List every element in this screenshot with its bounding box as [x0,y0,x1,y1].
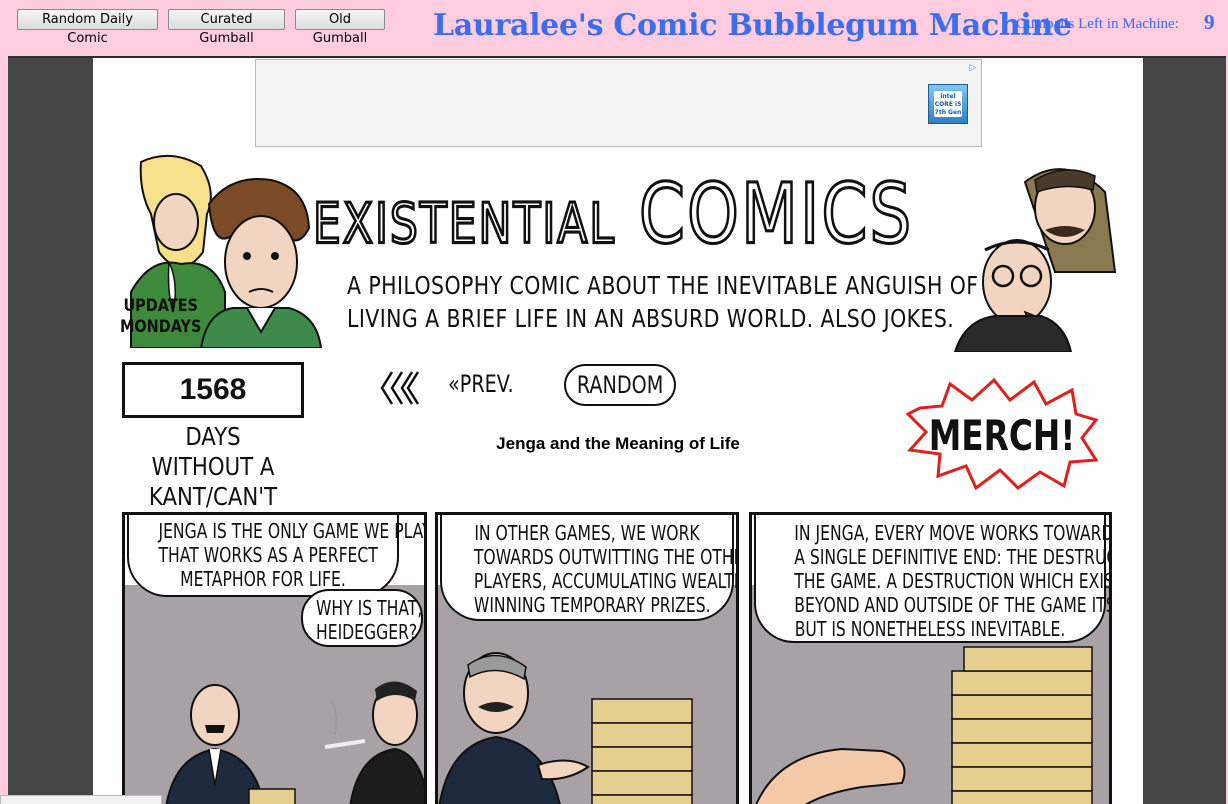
panel-3-speech-bubble: IN JENGA, EVERY MOVE WORKS TOWARDS ONLY … [754,515,1112,643]
status-bar-tooltip [0,795,162,804]
bubble-line: TOWARDS OUTWITTING THE OTHER [473,545,739,569]
panel-3-jenga-tower-icon [755,646,1093,804]
first-comic-icon[interactable] [378,368,422,408]
comic-panel-3: IN JENGA, EVERY MOVE WORKS TOWARDS ONLY … [749,512,1112,804]
adchoices-icon[interactable]: ▷ [967,62,979,74]
bubble-line: WHY IS THAT, [315,596,423,620]
bubble-line: WINNING TEMPORARY PRIZES. [473,593,711,617]
site-tagline: A PHILOSOPHY COMIC ABOUT THE INEVITABLE … [347,269,979,335]
updates-mondays-label: UPDATES MONDAYS [120,296,201,338]
random-comic-link[interactable]: RANDOM [564,364,676,406]
merch-badge[interactable]: MERCH! [906,378,1098,490]
bubble-line: HEIDEGGER? [315,620,418,644]
curated-gumball-button[interactable]: Curated Gumball [168,9,285,46]
bubble-line: THE GAME. A DESTRUCTION WHICH EXISTS [794,569,1112,593]
ad-chip-text: intel CORE i5 7th Gen [934,91,962,117]
bubble-line: IN JENGA, EVERY MOVE WORKS TOWARDS ONLY [794,521,1109,545]
bubble-line: THAT WORKS AS A PERFECT [158,543,378,567]
random-comic-label: RANDOM [576,371,664,399]
updates-line-2: MONDAYS [120,317,202,337]
comic-panel-2: IN OTHER GAMES, WE WORK TOWARDS OUTWITTI… [435,512,739,804]
bubble-line: A SINGLE DEFINITIVE END: THE DESTRUCTION… [794,545,1109,569]
prev-comic-link[interactable]: «PREV. [448,370,514,398]
bubble-line: BEYOND AND OUTSIDE OF THE GAME ITSELF, [794,593,1109,617]
comic-title: Jenga and the Meaning of Life [496,434,740,453]
counter-caption-line-1: DAYS WITHOUT A [151,422,275,481]
panel-1-speech-bubble-1: JENGA IS THE ONLY GAME WE PLAY THAT WORK… [127,515,427,597]
bubble-line: IN OTHER GAMES, WE WORK [474,521,700,545]
panel-1-figures-icon [165,681,424,804]
gumballs-left-label: Gumballs Left in Machine: [1016,16,1179,32]
gumballs-left-count: 9 [1204,10,1215,34]
existential-comics-logo[interactable]: EXISTENTIAL COMICS [312,164,914,263]
top-bar: Random Daily Comic Curated Gumball Old G… [0,0,1228,56]
updates-line-1: UPDATES [123,296,198,316]
tagline-line-1: A PHILOSOPHY COMIC ABOUT THE INEVITABLE … [347,271,979,300]
logo-word-existential: EXISTENTIAL [312,191,616,258]
advertisement-banner[interactable]: ▷ intel CORE i5 7th Gen [255,59,982,147]
tagline-line-2: LIVING A BRIEF LIFE IN AN ABSURD WORLD. … [347,304,955,333]
bubble-line: METAPHOR FOR LIFE. [180,567,346,591]
panel-2-figure-icon [438,652,693,804]
site-title: Lauralee's Comic Bubblegum Machine [433,8,1072,43]
random-daily-comic-button[interactable]: Random Daily Comic [17,9,158,46]
intel-chip-icon: intel CORE i5 7th Gen [928,84,968,124]
panel-1-speech-bubble-2: WHY IS THAT, HEIDEGGER? [301,589,423,647]
comic-page: ▷ intel CORE i5 7th Gen UPDATES MONDAYS … [93,58,1143,804]
comic-panel-1: JENGA IS THE ONLY GAME WE PLAY THAT WORK… [122,512,427,804]
bubble-line: JENGA IS THE ONLY GAME WE PLAY [158,519,427,543]
old-gumball-button[interactable]: Old Gumball [295,9,385,46]
days-counter-value: 1568 [122,362,304,418]
logo-word-comics: COMICS [638,164,914,263]
merch-label: MERCH! [929,411,1076,460]
bubble-line: PLAYERS, ACCUMULATING WEALTH, OR [473,569,736,593]
philosopher-portraits-right-icon [953,168,1117,352]
panel-2-speech-bubble: IN OTHER GAMES, WE WORK TOWARDS OUTWITTI… [440,515,739,621]
